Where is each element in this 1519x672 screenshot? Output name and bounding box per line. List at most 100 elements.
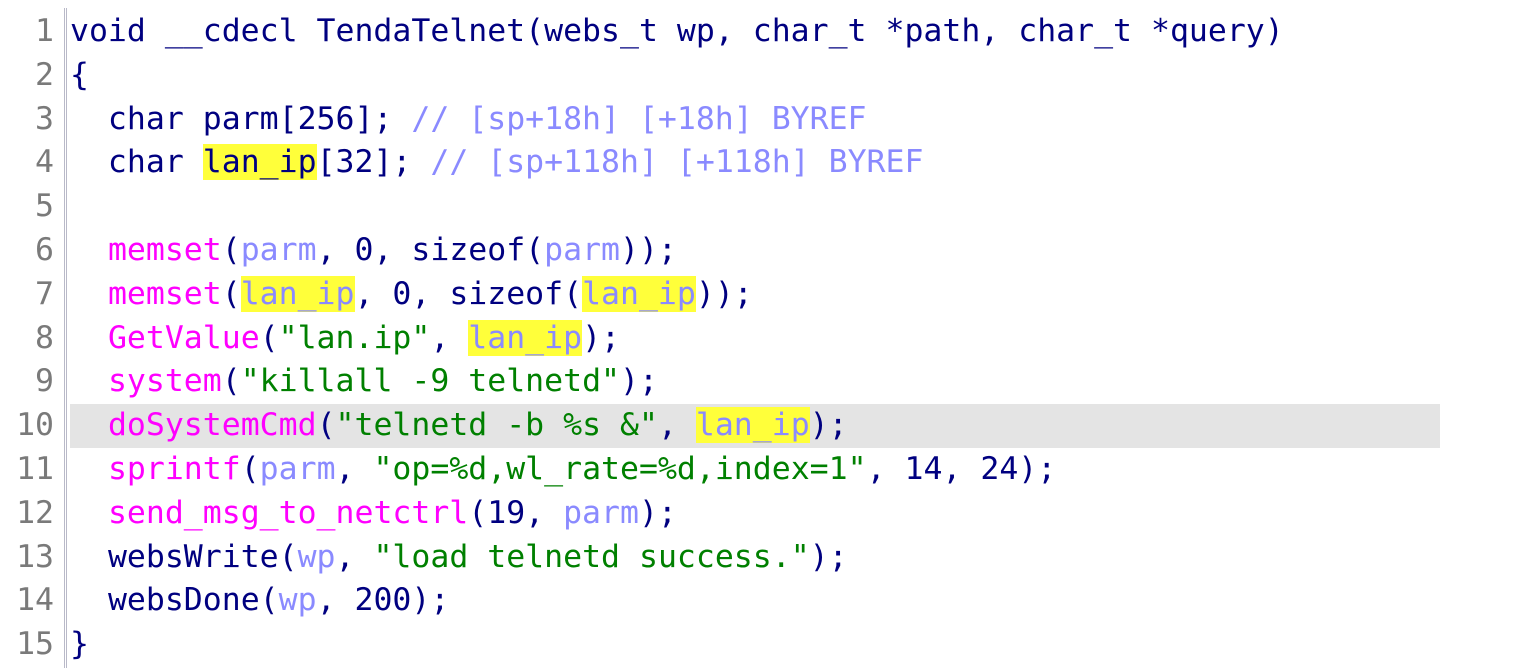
code-token: ( — [316, 407, 336, 444]
code-token: ( — [259, 319, 279, 356]
code-token: // [sp+118h] [+118h] BYREF — [430, 144, 924, 181]
code-line[interactable]: 15} — [0, 623, 1440, 667]
code-line[interactable]: 10 doSystemCmd("telnetd -b %s &", lan_ip… — [16, 404, 1440, 448]
code-token: "killall -9 telnetd" — [240, 363, 620, 400]
code-token: system — [107, 363, 222, 400]
line-number: 11 — [16, 451, 54, 487]
line-number: 9 — [35, 363, 54, 400]
code-token: "op=%d,wl_rate=%d,index=1" — [373, 451, 867, 487]
line-code: void __cdecl TendaTelnet(webs_t wp, char… — [70, 10, 1284, 54]
code-token: memset — [107, 275, 222, 312]
line-code: memset(parm, 0, sizeof(parm)); — [70, 229, 677, 273]
code-token: parm — [240, 232, 317, 268]
code-line[interactable]: 1 void __cdecl TendaTelnet(webs_t wp, cha… — [0, 10, 1440, 54]
code-token: "load telnetd success." — [373, 538, 810, 575]
code-token: ( — [278, 538, 298, 575]
code-token: websWrite — [107, 538, 279, 575]
code-token: } — [70, 626, 89, 663]
highlighted-identifier: lan_ip — [468, 319, 583, 356]
code-token: parm — [544, 232, 620, 268]
code-token: // [sp+18h] [+18h] BYREF — [411, 100, 867, 137]
code-token: ); — [582, 319, 621, 356]
code-token: char — [70, 144, 203, 181]
line-number: 4 — [35, 144, 54, 181]
code-token: char parm[256]; — [70, 100, 412, 137]
code-line[interactable]: 2{ — [0, 54, 1440, 98]
code-editor[interactable]: 1 void __cdecl TendaTelnet(webs_t wp, cha… — [0, 0, 1519, 672]
code-token: (19, — [468, 494, 564, 531]
line-number: 13 — [16, 538, 54, 575]
code-token: parm — [563, 494, 639, 531]
code-token: )); — [695, 275, 753, 312]
code-token: wp — [297, 538, 336, 575]
code-token: , — [335, 538, 374, 575]
code-token: "telnetd -b %s &" — [335, 407, 658, 444]
code-line[interactable]: 9 system("killall -9 telnetd"); — [0, 360, 1440, 404]
code-token: GetValue — [107, 319, 260, 356]
code-line[interactable]: 7 memset(lan_ip, 0, sizeof(lan_ip)); — [0, 273, 1440, 317]
highlighted-identifier: lan_ip — [582, 275, 696, 312]
line-code: char parm[256]; // [sp+18h] [+18h] BYREF — [70, 98, 867, 142]
code-line[interactable]: 3 char parm[256]; // [sp+18h] [+18h] BYR… — [0, 98, 1440, 142]
code-token: ( — [221, 363, 241, 400]
line-code: } — [70, 623, 89, 667]
code-line[interactable]: 12 send_msg_to_netctrl(19, parm); — [0, 492, 1440, 536]
line-code: websWrite(wp, "load telnetd success."); — [70, 536, 848, 580]
code-token: doSystemCmd — [107, 407, 317, 444]
code-token: ); — [809, 407, 848, 444]
line-code: memset(lan_ip, 0, sizeof(lan_ip)); — [70, 273, 753, 317]
code-token: [32]; — [316, 144, 431, 181]
highlighted-identifier: lan_ip — [240, 275, 355, 312]
line-code: sprintf(parm, "op=%d,wl_rate=%d,index=1"… — [70, 448, 1056, 492]
code-token: void __cdecl TendaTelnet(webs_t wp, char… — [70, 13, 1284, 49]
code-token: ( — [221, 275, 241, 312]
code-token: sprintf — [107, 451, 241, 487]
line-code: websDone(wp, 200); — [70, 579, 449, 623]
code-line[interactable]: 5 — [0, 185, 1440, 229]
code-token: , 200); — [316, 582, 450, 619]
line-number: 15 — [16, 626, 54, 663]
code-token: , 0, sizeof( — [316, 232, 545, 268]
line-code: send_msg_to_netctrl(19, parm); — [70, 492, 677, 536]
line-code: char lan_ip[32]; // [sp+118h] [+118h] BY… — [70, 141, 923, 185]
line-number: 2 — [35, 56, 54, 93]
line-number: 5 — [35, 188, 54, 225]
code-token: ); — [638, 494, 677, 531]
code-line[interactable]: 14 websDone(wp, 200); — [0, 579, 1440, 623]
code-line[interactable]: 8 GetValue("lan.ip", lan_ip); — [0, 317, 1440, 361]
code-token: wp — [278, 582, 317, 619]
highlighted-identifier: lan_ip — [202, 144, 317, 181]
code-token: ( — [221, 232, 241, 268]
code-token: , — [657, 407, 696, 444]
code-token: , — [430, 319, 469, 356]
line-number: 3 — [35, 100, 54, 137]
code-token: memset — [107, 232, 222, 268]
code-token: websDone — [107, 582, 260, 619]
line-number: 7 — [35, 275, 54, 312]
code-token: ); — [620, 363, 658, 400]
code-line[interactable]: 6 memset(parm, 0, sizeof(parm)); — [0, 229, 1440, 273]
line-number: 12 — [16, 494, 54, 531]
line-code: GetValue("lan.ip", lan_ip); — [70, 317, 620, 361]
code-line[interactable]: 11 sprintf(parm, "op=%d,wl_rate=%d,index… — [0, 448, 1440, 492]
code-token: , 0, sizeof( — [354, 275, 583, 312]
code-token: , — [335, 451, 374, 487]
code-line[interactable]: 4 char lan_ip[32]; // [sp+118h] [+118h] … — [0, 141, 1440, 185]
line-number: 8 — [35, 319, 54, 356]
code-token: ( — [259, 582, 279, 619]
highlighted-identifier: lan_ip — [695, 407, 810, 444]
line-number: 14 — [16, 582, 54, 619]
code-token: parm — [259, 451, 336, 487]
code-line[interactable]: 13 websWrite(wp, "load telnetd success."… — [0, 536, 1440, 580]
code-token: { — [70, 56, 89, 93]
line-number: 6 — [35, 232, 54, 268]
